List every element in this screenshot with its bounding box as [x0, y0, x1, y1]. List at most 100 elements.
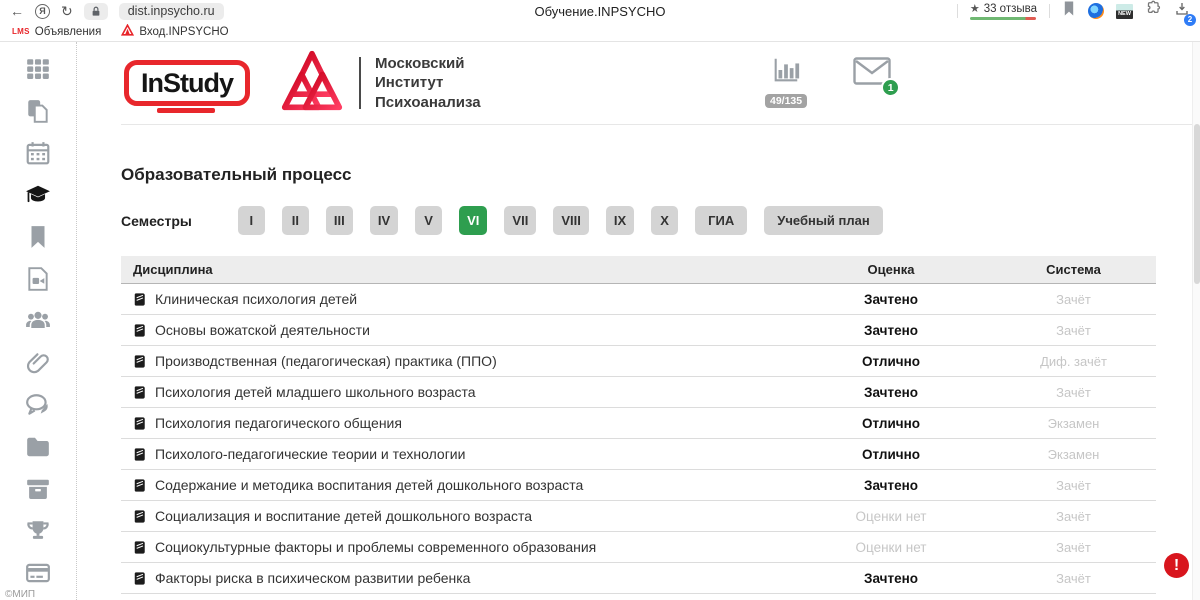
semester-button-I[interactable]: I: [238, 206, 265, 235]
download-count-badge: 2: [1184, 14, 1196, 26]
bookmark-item-announcements[interactable]: LMS Объявления: [12, 26, 101, 38]
video-file-icon[interactable]: [24, 265, 52, 293]
discipline-name[interactable]: Факторы риска в психическом развитии реб…: [155, 570, 470, 586]
discipline-name[interactable]: Основы вожатской деятельности: [155, 322, 370, 338]
column-header-grade: Оценка: [791, 262, 991, 277]
card-icon[interactable]: [24, 559, 52, 587]
semester-button-III[interactable]: III: [326, 206, 353, 235]
refresh-icon[interactable]: ↻: [61, 4, 73, 18]
site-reviews-widget[interactable]: ★ 33 отзыва: [970, 2, 1037, 20]
semester-button-Учебный план[interactable]: Учебный план: [764, 206, 882, 235]
bookmark-icon[interactable]: [24, 223, 52, 251]
semester-button-II[interactable]: II: [282, 206, 309, 235]
back-icon[interactable]: ←: [10, 4, 24, 18]
grade-value: Зачтено: [791, 385, 991, 400]
semester-button-IX[interactable]: IX: [606, 206, 634, 235]
bookmarks-bar: LMS Объявления Вход.INPSYCHO: [0, 22, 1200, 42]
table-row[interactable]: Основы вожатской деятельности ЗачтеноЗачё…: [121, 315, 1156, 346]
grade-value: Оценки нет: [791, 540, 991, 555]
semester-button-VIII[interactable]: VIII: [553, 206, 589, 235]
trophy-icon[interactable]: [24, 517, 52, 545]
new-badge-label: NEW: [1118, 11, 1131, 17]
apps-grid-icon[interactable]: [24, 55, 52, 83]
system-value: Зачёт: [991, 385, 1156, 400]
mail-button[interactable]: 1: [853, 57, 891, 90]
table-row[interactable]: Факторы риска в психическом развитии реб…: [121, 563, 1156, 594]
grade-value: Оценки нет: [791, 509, 991, 524]
bookmark-flag-icon[interactable]: [1062, 0, 1076, 22]
grade-value: Зачтено: [791, 478, 991, 493]
download-icon[interactable]: 2: [1174, 1, 1190, 22]
reviews-count: 33 отзыва: [984, 3, 1037, 15]
bookmark-label: Объявления: [35, 26, 102, 38]
bar-chart-icon: [771, 54, 801, 91]
book-icon: [133, 416, 147, 431]
semester-button-X[interactable]: X: [651, 206, 678, 235]
table-row[interactable]: Производственная (педагогическая) практи…: [121, 346, 1156, 377]
paperclip-icon[interactable]: [24, 349, 52, 377]
system-value: Зачёт: [991, 540, 1156, 555]
new-tab-icon[interactable]: NEW: [1116, 4, 1133, 19]
content-header: InStudy Московский: [121, 42, 1200, 125]
folder-icon[interactable]: [24, 433, 52, 461]
lock-icon[interactable]: [84, 3, 108, 20]
discipline-name[interactable]: Психология педагогического общения: [155, 415, 402, 431]
discipline-name[interactable]: Социализация и воспитание детей дошкольн…: [155, 508, 532, 524]
semester-button-VII[interactable]: VII: [504, 206, 536, 235]
url-bar[interactable]: dist.inpsycho.ru: [119, 3, 224, 20]
yandex-icon[interactable]: Я: [35, 4, 50, 19]
book-icon: [133, 571, 147, 586]
grade-value: Зачтено: [791, 323, 991, 338]
mail-count-badge: 1: [881, 78, 900, 97]
divider: [359, 57, 361, 109]
app-sidebar: ©МИП: [0, 42, 77, 600]
star-icon: ★: [970, 2, 980, 15]
book-icon: [133, 509, 147, 524]
table-row[interactable]: Клиническая психология детейЗачтеноЗачёт: [121, 284, 1156, 315]
grade-value: Отлично: [791, 354, 991, 369]
header-icons: 49/135 1: [765, 54, 891, 108]
page-scrollbar[interactable]: [1192, 42, 1200, 600]
table-row[interactable]: Психология педагогического общенияОтличн…: [121, 408, 1156, 439]
discipline-name[interactable]: Клиническая психология детей: [155, 291, 357, 307]
discipline-name[interactable]: Содержание и методика воспитания детей д…: [155, 477, 583, 493]
browser-logo-icon[interactable]: [1088, 3, 1104, 19]
semester-tabs: Семестры IIIIIIIVVVIVIIVIIIIXXГИАУчебный…: [121, 206, 1200, 235]
table-row[interactable]: Социализация и воспитание детей дошкольн…: [121, 501, 1156, 532]
book-icon: [133, 447, 147, 462]
graduation-cap-icon[interactable]: [24, 181, 52, 209]
documents-icon[interactable]: [24, 97, 52, 125]
divider: [957, 4, 958, 18]
scrollbar-thumb[interactable]: [1194, 124, 1200, 284]
mip-logo-icon[interactable]: [279, 49, 345, 118]
discipline-name[interactable]: Социокультурные факторы и проблемы совре…: [155, 539, 596, 555]
discipline-name[interactable]: Психолого-педагогические теории и технол…: [155, 446, 465, 462]
discipline-name[interactable]: Производственная (педагогическая) практи…: [155, 353, 497, 369]
copyright-label: ©МИП: [5, 589, 35, 600]
instudy-logo[interactable]: InStudy: [121, 52, 253, 114]
system-value: Зачёт: [991, 323, 1156, 338]
progress-stats-button[interactable]: 49/135: [765, 54, 807, 108]
semester-button-IV[interactable]: IV: [370, 206, 398, 235]
browser-toolbar: ← Я ↻ dist.inpsycho.ru Обучение.INPSYCHO…: [0, 0, 1200, 22]
system-value: Зачёт: [991, 509, 1156, 524]
system-value: Диф. зачёт: [991, 354, 1156, 369]
archive-icon[interactable]: [24, 475, 52, 503]
book-icon: [133, 354, 147, 369]
table-row[interactable]: Психолого-педагогические теории и технол…: [121, 439, 1156, 470]
table-row[interactable]: Психология детей младшего школьного возр…: [121, 377, 1156, 408]
system-value: Зачёт: [991, 571, 1156, 586]
instudy-logo-text: InStudy: [141, 68, 233, 99]
semester-button-VI[interactable]: VI: [459, 206, 487, 235]
users-icon[interactable]: [24, 307, 52, 335]
extensions-icon[interactable]: [1145, 0, 1162, 22]
calendar-icon[interactable]: [24, 139, 52, 167]
discipline-name[interactable]: Психология детей младшего школьного возр…: [155, 384, 476, 400]
table-row[interactable]: Содержание и методика воспитания детей д…: [121, 470, 1156, 501]
bookmark-item-login[interactable]: Вход.INPSYCHO: [121, 24, 228, 39]
chat-icon[interactable]: [24, 391, 52, 419]
semester-button-V[interactable]: V: [415, 206, 442, 235]
semester-button-ГИА[interactable]: ГИА: [695, 206, 747, 235]
alert-icon[interactable]: !: [1164, 553, 1189, 578]
table-row[interactable]: Социокультурные факторы и проблемы совре…: [121, 532, 1156, 563]
